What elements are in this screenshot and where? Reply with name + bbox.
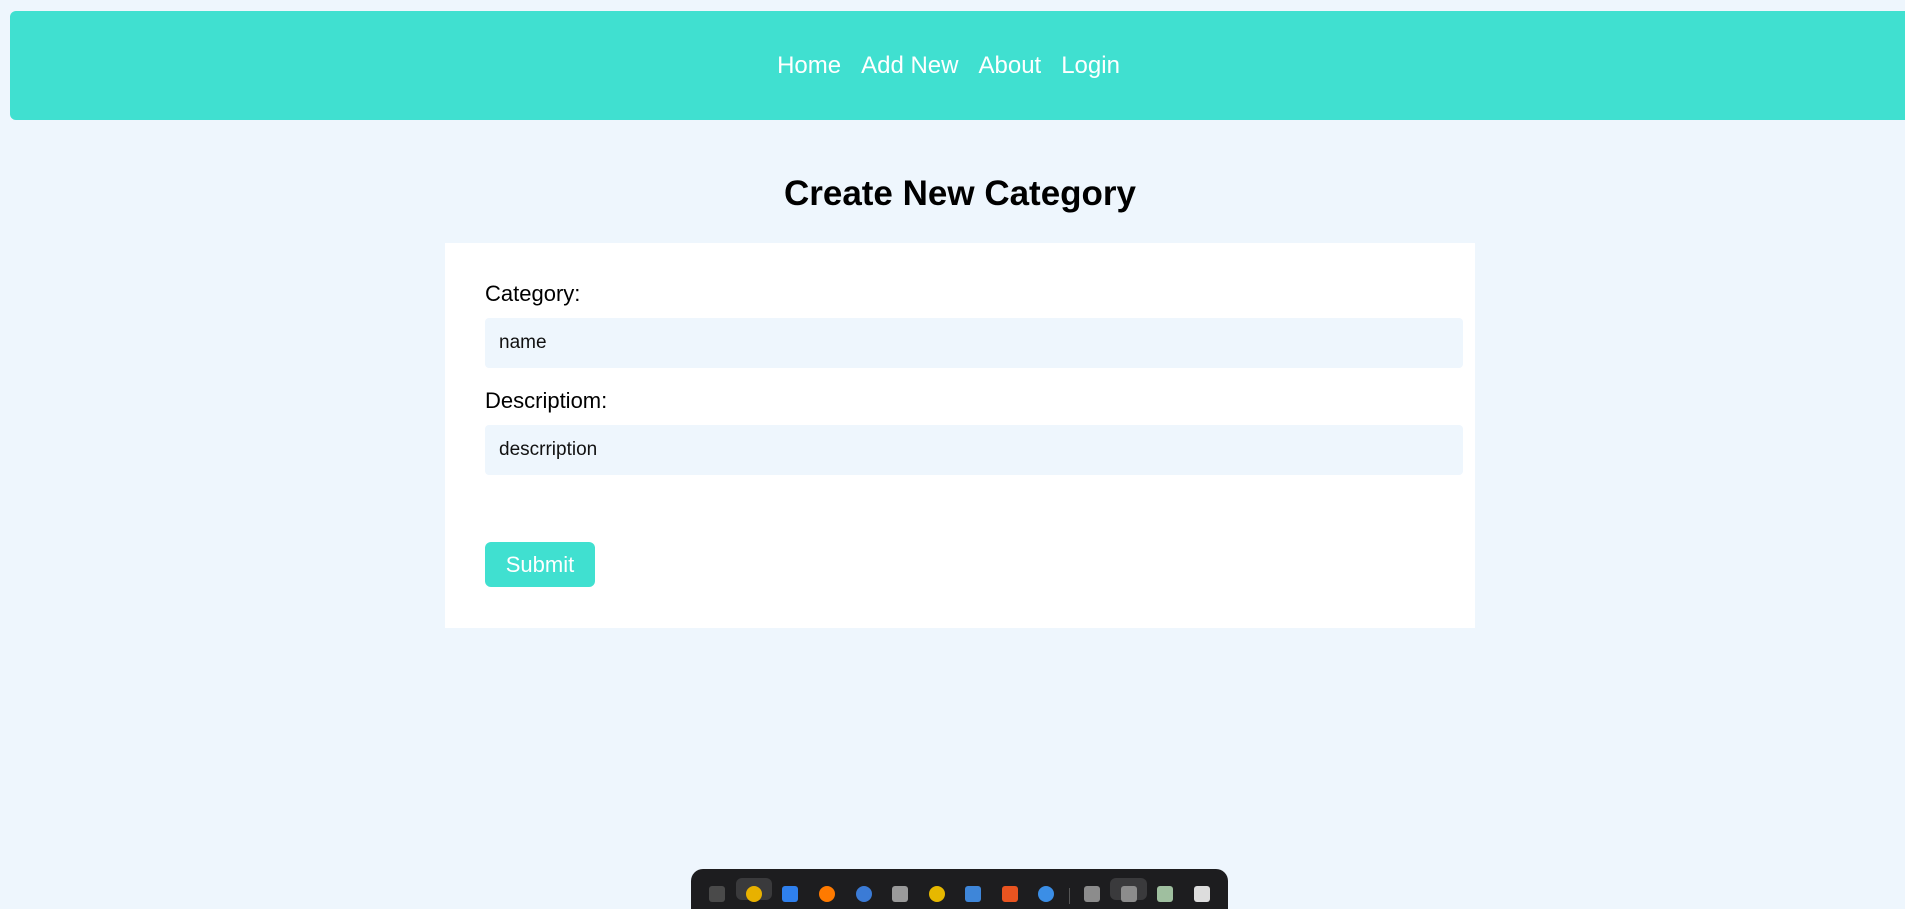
terminal-icon bbox=[709, 886, 726, 902]
drive-icon bbox=[1084, 886, 1101, 902]
software-dock-item[interactable] bbox=[992, 878, 1029, 902]
chrome-dock-item[interactable] bbox=[735, 878, 773, 902]
drive-dock-item[interactable] bbox=[1074, 878, 1111, 902]
trash-dock-item[interactable] bbox=[1147, 878, 1184, 902]
description-input[interactable] bbox=[485, 425, 1463, 475]
vscode-icon bbox=[782, 886, 799, 902]
nav-link-home[interactable]: Home bbox=[777, 52, 841, 80]
rhythmbox-icon bbox=[928, 886, 945, 902]
files-dock-item[interactable] bbox=[882, 878, 919, 902]
firefox-icon bbox=[819, 886, 836, 902]
submit-button[interactable]: Submit bbox=[485, 542, 595, 587]
thunderbird-icon bbox=[855, 886, 872, 902]
app-grid-icon bbox=[1193, 886, 1210, 902]
category-label: Category: bbox=[485, 281, 581, 306]
files-icon bbox=[892, 886, 909, 902]
writer-dock-item[interactable] bbox=[955, 878, 992, 902]
help-dock-item[interactable] bbox=[1028, 878, 1065, 902]
chrome-icon bbox=[745, 886, 762, 902]
software-icon bbox=[1001, 886, 1018, 902]
page-title: Create New Category bbox=[783, 174, 1137, 213]
terminal-dock-item[interactable] bbox=[699, 878, 736, 902]
category-name-input[interactable] bbox=[485, 318, 1463, 368]
browser-top-strip bbox=[0, 0, 1905, 10]
app-grid-dock-item[interactable] bbox=[1183, 878, 1220, 902]
nav-link-login[interactable]: Login bbox=[1061, 52, 1120, 80]
drive-2-dock-item[interactable] bbox=[1110, 878, 1147, 902]
taskbar-dock bbox=[691, 869, 1228, 909]
drive-icon-2 bbox=[1120, 886, 1137, 902]
thunderbird-dock-item[interactable] bbox=[845, 878, 882, 902]
nav-link-add-new[interactable]: Add New bbox=[861, 52, 958, 80]
description-label: Descriptiom: bbox=[485, 388, 608, 413]
help-icon bbox=[1038, 886, 1055, 902]
nav-link-about[interactable]: About bbox=[978, 52, 1041, 80]
nav-links: Home Add New About Login bbox=[777, 52, 1120, 80]
writer-icon bbox=[965, 886, 982, 902]
rhythmbox-dock-item[interactable] bbox=[918, 878, 955, 902]
navbar: Home Add New About Login bbox=[10, 11, 1905, 120]
dock-separator bbox=[1068, 888, 1070, 904]
trash-icon bbox=[1157, 886, 1174, 902]
vscode-dock-item[interactable] bbox=[772, 878, 809, 902]
firefox-dock-item[interactable] bbox=[809, 878, 846, 902]
category-form-card: Category: Descriptiom: Submit bbox=[445, 243, 1475, 628]
